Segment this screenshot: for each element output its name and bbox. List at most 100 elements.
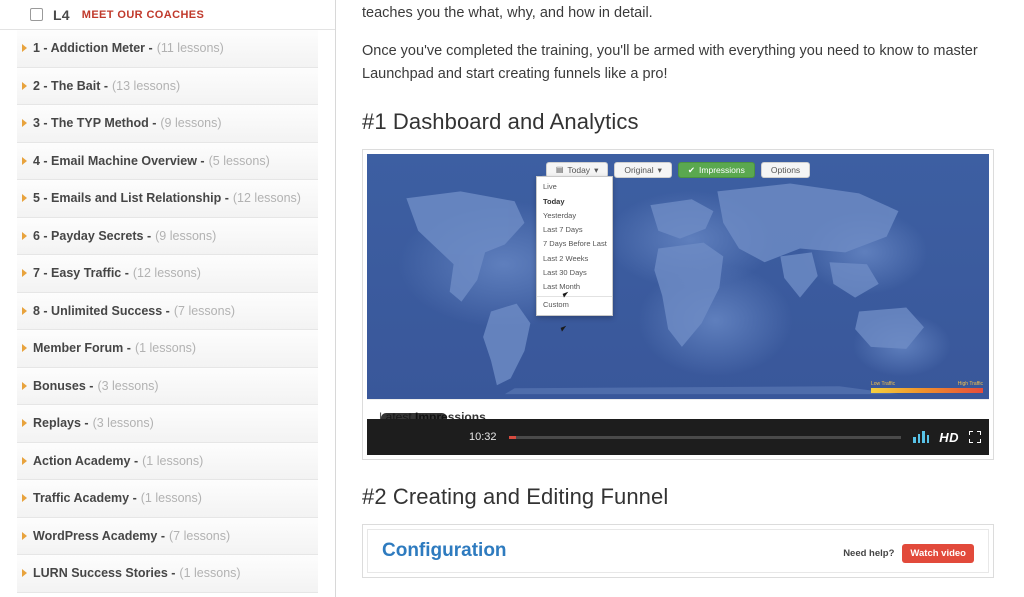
lesson-title: LURN Success Stories -: [33, 566, 176, 581]
options-label: Options: [770, 165, 801, 176]
video-progress-fill: [508, 435, 517, 439]
intro-paragraph: Once you've completed the training, you'…: [362, 43, 978, 82]
configuration-help: Need help? Watch video: [843, 540, 974, 564]
sidebar-item-email-machine-overview[interactable]: 4 - Email Machine Overview - (5 lessons): [17, 142, 318, 180]
select-all-checkbox[interactable]: [30, 8, 43, 21]
legend-low-label: Low Traffic: [871, 381, 896, 388]
lesson-title: WordPress Academy -: [33, 528, 165, 543]
chevron-right-icon: [22, 381, 27, 390]
lesson-count: (7 lessons): [169, 528, 231, 543]
lesson-count: (3 lessons): [92, 416, 154, 431]
video-scrubber[interactable]: [508, 435, 902, 439]
chevron-right-icon: [22, 119, 27, 128]
sidebar-item-typ-method[interactable]: 3 - The TYP Method - (9 lessons): [17, 105, 318, 143]
level-label: L4: [53, 6, 70, 23]
volume-bars-icon[interactable]: [913, 431, 930, 444]
dropdown-option-last-2-weeks[interactable]: Last 2 Weeks: [537, 252, 612, 266]
meet-our-coaches-link[interactable]: MEET OUR COACHES: [82, 9, 205, 21]
chevron-right-icon: [22, 81, 27, 90]
video-player-dashboard[interactable]: ▤ Today ▾ Original ▾ ✔ Impressions Optio…: [362, 149, 994, 461]
sidebar-item-wordpress-academy[interactable]: WordPress Academy - (7 lessons): [17, 517, 318, 555]
lesson-count: (13 lessons): [112, 78, 181, 93]
caret-down-icon: ▾: [594, 165, 599, 176]
lesson-count: (5 lessons): [208, 153, 270, 168]
check-icon: ✔: [687, 165, 696, 176]
lesson-list: 1 - Addiction Meter - (11 lessons) 2 - T…: [0, 30, 335, 593]
chevron-right-icon: [22, 194, 27, 203]
chevron-right-icon: [22, 344, 27, 353]
lesson-count: (12 lessons): [232, 191, 301, 206]
sidebar-item-traffic-academy[interactable]: Traffic Academy - (1 lessons): [17, 480, 318, 518]
sidebar-item-replays[interactable]: Replays - (3 lessons): [17, 405, 318, 443]
sidebar-item-bonuses[interactable]: Bonuses - (3 lessons): [17, 367, 318, 405]
chevron-right-icon: [22, 269, 27, 278]
traffic-legend: Low Traffic High Traffic: [871, 381, 983, 394]
calendar-icon: ▤: [555, 165, 564, 175]
video-player-configuration[interactable]: Configuration Need help? Watch video: [362, 524, 994, 579]
sidebar-item-easy-traffic[interactable]: 7 - Easy Traffic - (12 lessons): [17, 255, 318, 293]
lesson-count: (11 lessons): [156, 41, 224, 56]
lesson-title: 3 - The TYP Method -: [33, 116, 157, 131]
chevron-right-icon: [22, 231, 27, 240]
chevron-right-icon: [22, 44, 27, 53]
watch-video-button[interactable]: Watch video: [902, 544, 974, 564]
original-label: Original: [624, 165, 654, 176]
lesson-title: 2 - The Bait -: [33, 78, 109, 93]
lesson-count: (1 lessons): [140, 491, 202, 506]
original-button[interactable]: Original ▾: [614, 162, 672, 179]
options-button[interactable]: Options: [760, 162, 811, 179]
sidebar-item-payday-secrets[interactable]: 6 - Payday Secrets - (9 lessons): [17, 217, 318, 255]
analytics-toolbar: ▤ Today ▾ Original ▾ ✔ Impressions Optio…: [367, 162, 989, 179]
dropdown-option-7-days-before-last[interactable]: 7 Days Before Last: [537, 237, 612, 251]
lesson-title: Member Forum -: [33, 341, 131, 356]
dropdown-option-last-30-days[interactable]: Last 30 Days: [537, 266, 612, 280]
date-range-dropdown[interactable]: Live Today Yesterday Last 7 Days 7 Days …: [536, 176, 613, 316]
dropdown-option-yesterday[interactable]: Yesterday: [537, 209, 612, 223]
lesson-count: (1 lessons): [179, 566, 241, 581]
lesson-title: 5 - Emails and List Relationship -: [33, 191, 229, 206]
sidebar-item-member-forum[interactable]: Member Forum - (1 lessons): [17, 330, 318, 368]
chevron-right-icon: [22, 569, 27, 578]
lesson-count: (9 lessons): [160, 116, 222, 131]
page-title: #1 Dashboard and Analytics: [362, 109, 639, 135]
lesson-title: Traffic Academy -: [33, 491, 137, 506]
lesson-title: Action Academy -: [33, 453, 139, 468]
video-frame: ▤ Today ▾ Original ▾ ✔ Impressions Optio…: [367, 154, 989, 456]
section-two-title: #2 Creating and Editing Funnel: [362, 484, 669, 510]
lesson-title: 4 - Email Machine Overview -: [33, 153, 205, 168]
lesson-title: 8 - Unlimited Success -: [33, 303, 170, 318]
hd-badge[interactable]: HD: [939, 430, 959, 445]
world-map-icon: [406, 174, 925, 395]
impressions-button[interactable]: ✔ Impressions: [677, 162, 755, 179]
lesson-count: (12 lessons): [132, 266, 201, 281]
lesson-title: 7 - Easy Traffic -: [33, 266, 129, 281]
video-time: 10:32: [469, 431, 497, 444]
chevron-right-icon: [22, 156, 27, 165]
sidebar-item-lurn-success-stories[interactable]: LURN Success Stories - (1 lessons): [17, 555, 318, 593]
lesson-title: 6 - Payday Secrets -: [33, 228, 152, 243]
lesson-title: 1 - Addiction Meter -: [33, 41, 153, 56]
lesson-count: (1 lessons): [134, 341, 197, 356]
legend-gradient-bar: [871, 388, 983, 394]
sidebar-item-unlimited-success[interactable]: 8 - Unlimited Success - (7 lessons): [17, 292, 318, 330]
lesson-count: (1 lessons): [142, 453, 204, 468]
sidebar-item-action-academy[interactable]: Action Academy - (1 lessons): [17, 442, 318, 480]
configuration-frame: Configuration Need help? Watch video: [367, 529, 989, 574]
dropdown-option-last-7-days[interactable]: Last 7 Days: [537, 223, 612, 237]
lesson-count: (9 lessons): [155, 228, 217, 243]
sidebar-item-emails-and-list-relationship[interactable]: 5 - Emails and List Relationship - (12 l…: [17, 180, 318, 218]
sidebar-item-the-bait[interactable]: 2 - The Bait - (13 lessons): [17, 67, 318, 105]
configuration-title: Configuration: [382, 540, 507, 562]
video-control-bar[interactable]: 10:32 HD: [367, 419, 989, 456]
dropdown-option-custom[interactable]: Custom: [537, 296, 612, 312]
sidebar-header: L4 MEET OUR COACHES: [0, 0, 335, 30]
lesson-count: (7 lessons): [173, 303, 235, 318]
main-content: teaches you the what, why, and how in de…: [336, 0, 1024, 597]
dropdown-option-live[interactable]: Live: [537, 180, 612, 194]
legend-high-label: High Traffic: [957, 381, 983, 388]
analytics-map-screenshot: ▤ Today ▾ Original ▾ ✔ Impressions Optio…: [367, 154, 989, 400]
dropdown-option-last-month[interactable]: Last Month: [537, 280, 612, 294]
sidebar-item-addiction-meter[interactable]: 1 - Addiction Meter - (11 lessons): [17, 30, 318, 68]
dropdown-option-today[interactable]: Today: [537, 195, 612, 209]
fullscreen-icon[interactable]: [969, 431, 981, 444]
